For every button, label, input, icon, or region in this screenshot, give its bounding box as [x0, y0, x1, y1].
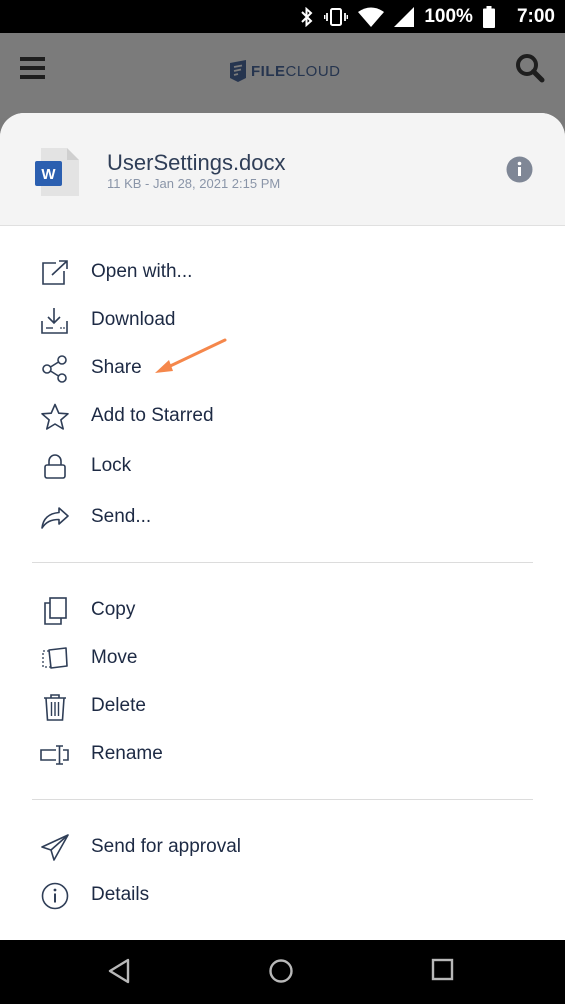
file-meta: 11 KB - Jan 28, 2021 2:15 PM [107, 176, 281, 191]
menu-item-lock[interactable]: Lock [0, 442, 565, 490]
menu-item-copy[interactable]: Copy [0, 586, 565, 634]
forward-icon [40, 504, 70, 532]
info-icon[interactable] [506, 156, 533, 188]
battery-icon [482, 5, 495, 28]
menu-item-label: Lock [91, 455, 132, 476]
navigation-bar [0, 940, 565, 1004]
menu-item-label: Send... [91, 506, 152, 527]
search-icon[interactable] [515, 53, 545, 88]
star-icon [40, 403, 70, 431]
back-icon[interactable] [107, 958, 131, 989]
menu-item-label: Rename [91, 743, 163, 764]
clock: 7:00 [516, 5, 555, 27]
filecloud-logo-icon [230, 60, 246, 82]
annotation-arrow [155, 338, 227, 373]
vibrate-icon [324, 7, 349, 26]
info-outline-icon [40, 882, 70, 910]
menu-item-label: Copy [91, 599, 136, 620]
menu-item-label: Add to Starred [91, 405, 214, 426]
menu-item-send[interactable]: Send... [0, 493, 565, 541]
lock-icon [40, 453, 70, 481]
menu-item-label: Send for approval [91, 836, 241, 857]
copy-icon [40, 597, 70, 625]
open-external-icon [40, 259, 70, 287]
file-actions-sheet: W UserSettings.docx 11 KB - Jan 28, 2021… [0, 113, 565, 940]
menu-item-move[interactable]: Move [0, 634, 565, 682]
logo-text-rest: CLOUD [285, 62, 341, 80]
home-icon[interactable] [268, 958, 294, 989]
menu-item-label: Move [91, 647, 138, 668]
menu-item-send-for-approval[interactable]: Send for approval [0, 823, 565, 871]
trash-icon [40, 693, 70, 721]
logo-text-bold: FILE [251, 62, 286, 80]
menu-item-add-to-starred[interactable]: Add to Starred [0, 392, 565, 440]
menu-icon[interactable] [20, 57, 46, 84]
menu-item-share[interactable]: Share [0, 344, 565, 392]
menu-item-delete[interactable]: Delete [0, 682, 565, 730]
menu-item-label: Download [91, 309, 176, 330]
status-bar: 100% 7:00 [0, 0, 565, 33]
recents-icon[interactable] [431, 958, 455, 987]
bluetooth-icon [301, 6, 313, 27]
signal-icon [394, 6, 415, 27]
rename-icon [40, 741, 70, 769]
file-name: UserSettings.docx [107, 150, 286, 175]
menu-item-label: Open with... [91, 261, 193, 282]
filecloud-logo: FILECLOUD [229, 59, 341, 83]
wifi-icon [358, 7, 385, 27]
menu-item-label: Details [91, 884, 150, 905]
paper-plane-icon [40, 834, 70, 862]
download-icon [40, 307, 70, 335]
divider [32, 562, 533, 563]
menu-item-download[interactable]: Download [0, 296, 565, 344]
menu-item-rename[interactable]: Rename [0, 730, 565, 778]
menu-item-details[interactable]: Details [0, 871, 565, 919]
menu-item-open-with[interactable]: Open with... [0, 248, 565, 296]
word-document-icon: W [35, 146, 81, 203]
divider [32, 799, 533, 800]
share-icon [40, 355, 70, 383]
file-header: W UserSettings.docx 11 KB - Jan 28, 2021… [0, 113, 565, 226]
menu-item-label: Share [91, 357, 142, 378]
menu-item-label: Delete [91, 695, 146, 716]
word-badge: W [41, 166, 56, 183]
move-icon [40, 645, 70, 673]
battery-percent: 100% [424, 5, 473, 27]
app-bar: FILECLOUD [0, 33, 565, 118]
